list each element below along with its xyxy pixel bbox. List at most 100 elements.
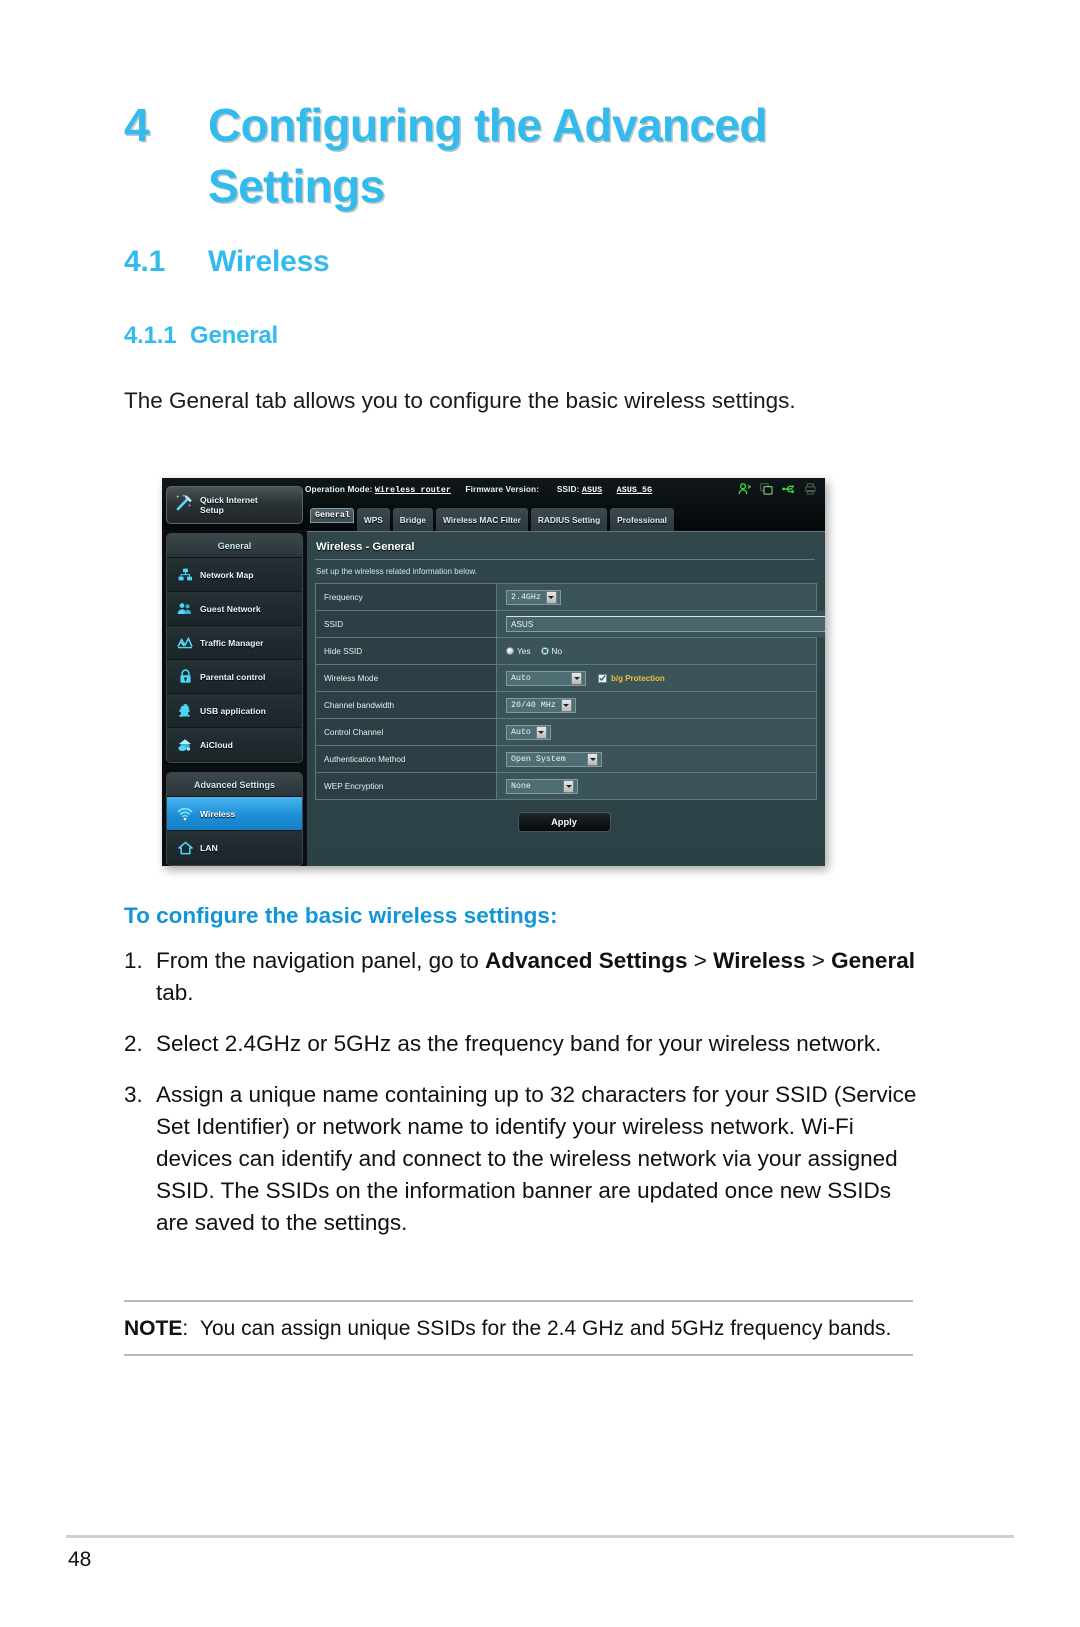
step-fragment: >: [805, 948, 832, 973]
magic-wand-icon: + + +: [174, 493, 194, 518]
user-icon[interactable]: [738, 483, 751, 495]
subsection-heading: 4.1.1 General: [124, 322, 924, 350]
quick-internet-setup-button[interactable]: + + + Quick Internet Setup: [166, 486, 303, 524]
chevron-down-icon: [535, 725, 547, 739]
step-text: Assign a unique name containing up to 32…: [156, 1079, 924, 1239]
wireless-settings-table: Frequency 2.4GHz SSID ASUS Hide SSID Yes…: [315, 583, 825, 800]
chevron-down-icon: [563, 779, 574, 793]
router-navigation-panel: + + + Quick Internet Setup General Netwo: [166, 486, 303, 866]
row-label: SSID: [316, 611, 497, 637]
sidebar-item-guest-network[interactable]: Guest Network: [167, 592, 302, 626]
puzzle-icon: [174, 703, 196, 718]
list-item: 3. Assign a unique name containing up to…: [124, 1079, 924, 1239]
sidebar-item-label: AiCloud: [200, 740, 233, 750]
nav-group-general: General Network Map Guest Network Traffi…: [166, 533, 303, 763]
step-emphasis: General: [831, 948, 915, 973]
tab-wps[interactable]: WPS: [356, 508, 390, 531]
apply-button[interactable]: Apply: [517, 812, 611, 832]
radio-icon: [506, 647, 514, 655]
hide-ssid-yes[interactable]: Yes: [506, 646, 531, 656]
sidebar-item-label: USB application: [200, 705, 266, 716]
sidebar-item-lan[interactable]: LAN: [167, 831, 302, 865]
howto-steps: 1. From the navigation panel, go to Adva…: [124, 945, 924, 1258]
chevron-down-icon: [571, 671, 582, 685]
row-label: Wireless Mode: [316, 665, 497, 691]
nav-group-advanced-settings: Advanced Settings Wireless LAN: [166, 772, 303, 866]
tab-professional[interactable]: Professional: [610, 508, 674, 531]
firmware-label: Firmware Version:: [465, 484, 540, 494]
checkmark-icon: [598, 673, 607, 683]
printer-icon[interactable]: [805, 483, 816, 495]
authentication-method-select[interactable]: Open System: [506, 751, 602, 767]
radio-selected-icon: [540, 647, 549, 655]
step-number: 2.: [124, 1030, 143, 1056]
step-fragment: Assign a unique name containing up to 32…: [156, 1081, 917, 1235]
bg-protection-checkbox[interactable]: b/g Protection: [598, 673, 665, 683]
apply-button-container: Apply: [307, 812, 821, 832]
guest-network-icon: [174, 602, 196, 616]
tab-bridge[interactable]: Bridge: [392, 508, 434, 531]
row-control: Auto b/g Protection: [497, 665, 816, 691]
sidebar-item-traffic-manager[interactable]: Traffic Manager: [167, 626, 302, 660]
ssid-input[interactable]: ASUS: [506, 616, 825, 632]
note-separator: :: [182, 1317, 189, 1340]
sidebar-item-wireless[interactable]: Wireless: [167, 797, 302, 831]
router-admin-ui-screenshot: Operation Mode: Wireless router Firmware…: [162, 478, 825, 866]
sidebar-item-label: LAN: [200, 843, 218, 853]
channel-bandwidth-select[interactable]: 20/40 MHz: [506, 697, 576, 713]
row-label: Control Channel: [316, 719, 497, 745]
step-number: 3.: [124, 1081, 143, 1107]
chapter-title: Configuring the Advanced Settings: [208, 99, 768, 213]
tab-wireless-mac-filter[interactable]: Wireless MAC Filter: [436, 508, 528, 531]
table-row: Wireless Mode Auto b/g Protection: [316, 665, 816, 692]
tab-general[interactable]: General: [310, 508, 354, 523]
row-label: WEP Encryption: [316, 773, 497, 799]
sidebar-item-aicloud[interactable]: AiCloud: [167, 728, 302, 762]
operation-mode-value[interactable]: Wireless router: [375, 486, 451, 495]
radio-label: No: [551, 646, 563, 656]
section-number: 4.1: [124, 245, 166, 278]
subsection-title: General: [190, 322, 278, 349]
table-row: Authentication Method Open System: [316, 746, 816, 773]
router-topbar-icons: [738, 483, 816, 495]
row-control: Auto: [497, 719, 816, 745]
usb-icon[interactable]: [782, 483, 796, 495]
step-fragment: Select 2.4GHz or 5GHz as the frequency b…: [156, 1030, 882, 1056]
howto-heading: To configure the basic wireless settings…: [124, 903, 558, 928]
wireless-mode-select[interactable]: Auto: [506, 670, 586, 686]
table-row: SSID ASUS: [316, 611, 825, 638]
step-fragment: tab.: [156, 979, 194, 1005]
router-tabs: General WPS Bridge Wireless MAC Filter R…: [307, 508, 825, 531]
checkbox-label: b/g Protection: [611, 673, 665, 683]
sidebar-item-usb-application[interactable]: USB application: [167, 694, 302, 728]
section-title: Wireless: [208, 245, 330, 278]
sidebar-item-parental-control[interactable]: Parental control: [167, 660, 302, 694]
hide-ssid-radio-group: Yes No: [506, 646, 562, 656]
table-row: WEP Encryption None: [316, 773, 816, 800]
ssid-value-5g[interactable]: ASUS_5G: [617, 486, 653, 495]
copy-icon[interactable]: [760, 483, 773, 495]
frequency-select[interactable]: 2.4GHz: [506, 589, 561, 605]
hide-ssid-no[interactable]: No: [540, 646, 563, 656]
sidebar-item-label: Guest Network: [200, 603, 261, 614]
sidebar-item-network-map[interactable]: Network Map: [167, 558, 302, 592]
table-row: Hide SSID Yes No: [316, 638, 816, 665]
control-channel-select[interactable]: Auto: [506, 724, 551, 740]
nav-group-advanced-header: Advanced Settings: [167, 773, 302, 797]
step-text: Select 2.4GHz or 5GHz as the frequency b…: [156, 1028, 924, 1060]
panel-subtitle: Set up the wireless related information …: [316, 567, 477, 576]
ssid-label: SSID:: [556, 484, 580, 494]
step-number: 1.: [124, 948, 143, 973]
tab-radius-setting[interactable]: RADIUS Setting: [530, 508, 608, 531]
step-fragment: From the navigation panel, go to: [156, 948, 485, 973]
step-fragment: >: [687, 948, 714, 973]
row-control: 2.4GHz: [497, 584, 816, 610]
note-block: NOTE: You can assign unique SSIDs for th…: [124, 1300, 913, 1356]
row-control: Open System: [497, 746, 816, 772]
chevron-down-icon: [560, 698, 572, 712]
ssid-value-24[interactable]: ASUS: [582, 486, 602, 495]
wep-encryption-select[interactable]: None: [506, 778, 578, 794]
wireless-general-panel: Wireless - General Set up the wireless r…: [307, 531, 825, 866]
lock-icon: [174, 669, 196, 684]
footer-divider: [66, 1535, 1014, 1538]
